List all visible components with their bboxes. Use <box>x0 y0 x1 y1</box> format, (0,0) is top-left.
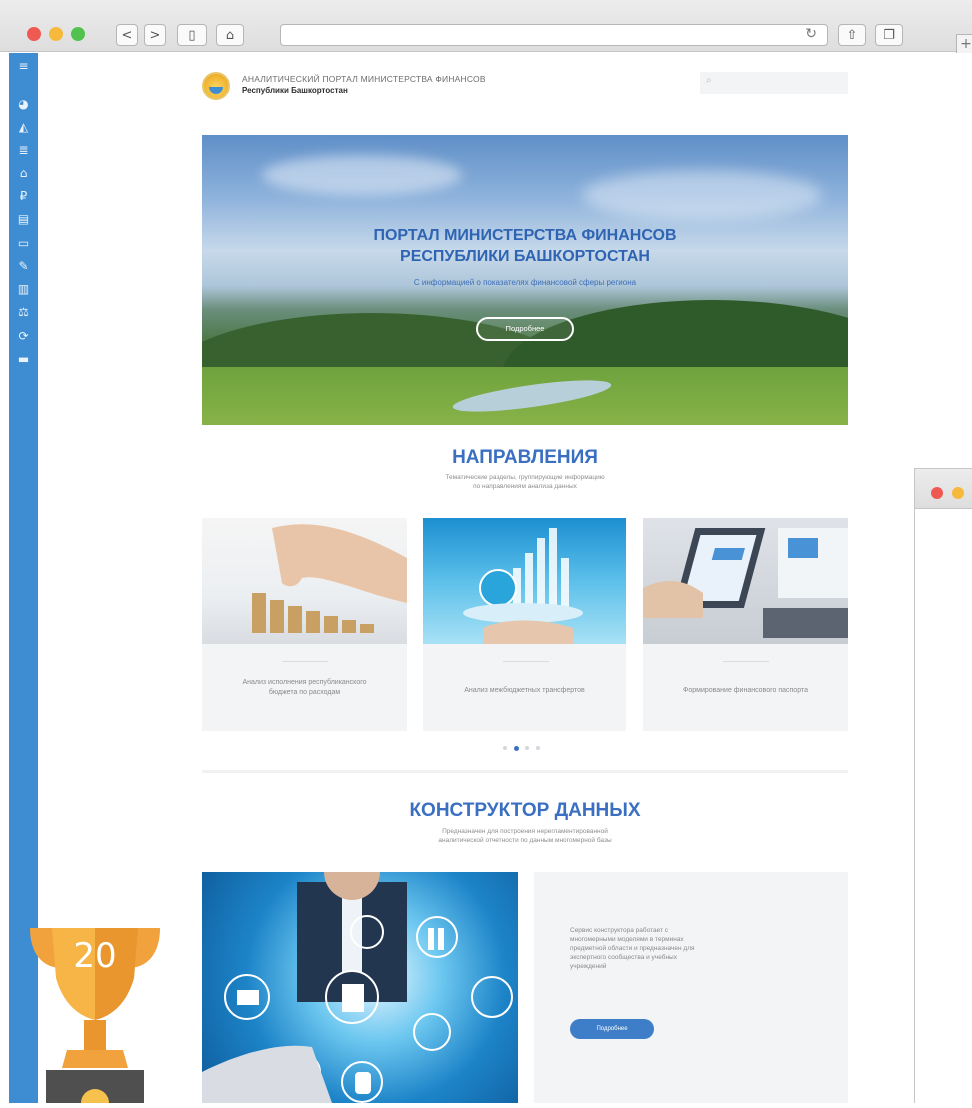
second-browser-window <box>914 468 972 1103</box>
builder-description-line: учреждений <box>570 963 607 970</box>
new-tab-button[interactable]: + <box>956 34 972 54</box>
direction-card-passport[interactable]: Формирование финансового паспорта <box>643 518 848 731</box>
builder-illustration <box>202 872 513 1103</box>
forward-button[interactable]: > <box>144 24 166 46</box>
hero-title-line: ПОРТАЛ МИНИСТЕРСТВА ФИНАНСОВ <box>373 227 677 244</box>
site-title[interactable]: АНАЛИТИЧЕСКИЙ ПОРТАЛ МИНИСТЕРСТВА ФИНАНС… <box>242 74 486 84</box>
direction-card-budget[interactable]: Анализ исполнения республиканского бюдже… <box>202 518 407 731</box>
builder-description: Сервис конструктора работает с многомерн… <box>570 926 760 971</box>
hero-subtitle: С информацией о показателях финансовой с… <box>413 278 637 287</box>
search-icon: ⌕ <box>706 75 712 86</box>
browser-toolbar: < > ▯ ⌂ ↻ ⇧ ❐ + <box>0 0 972 54</box>
address-bar[interactable]: ↻ <box>280 24 828 46</box>
carousel-dot-active[interactable] <box>514 745 519 751</box>
card-title: Анализ межбюджетных трансфертов <box>464 687 585 694</box>
card-image-analytics <box>423 518 626 644</box>
pie-chart-icon[interactable]: ◕ <box>9 97 38 111</box>
builder-subtitle-line: Предназначен для построения нерегламенти… <box>442 828 608 835</box>
builder-info-panel: Сервис конструктора работает с многомерн… <box>534 872 848 1103</box>
section-divider <box>202 770 848 773</box>
laptop-illustration <box>643 528 848 638</box>
database-icon[interactable]: ≣ <box>9 143 38 157</box>
card-icon[interactable]: ▬ <box>9 352 38 366</box>
menu-icon[interactable]: ≡ <box>9 59 38 73</box>
builder-description-line: Сервис конструктора работает с <box>570 927 669 934</box>
zoom-window-button[interactable] <box>71 27 85 41</box>
card-title: Формирование финансового паспорта <box>683 687 808 694</box>
search-input[interactable]: ⌕ <box>700 72 848 94</box>
directions-subtitle: Тематические разделы, группирующие инфор… <box>202 473 848 491</box>
builder-subtitle: Предназначен для построения нерегламенти… <box>202 827 848 845</box>
browser-window: < > ▯ ⌂ ↻ ⇧ ❐ + ≡ ◕ ◭ ≣ ⌂ ₽ ▤ ▭ ✎ ▥ ⚖ ⟳ … <box>0 0 972 1108</box>
card-title: Анализ исполнения республиканского бюдже… <box>212 678 397 698</box>
builder-description-line: многомерными моделями в терминах <box>570 936 684 943</box>
bank-icon[interactable]: ⌂ <box>9 166 38 180</box>
analytics-illustration <box>463 528 583 644</box>
builder-title: КОНСТРУКТОР ДАННЫХ <box>409 800 641 821</box>
card-title-line: Анализ исполнения республиканского <box>242 679 367 686</box>
carousel-dot[interactable] <box>503 746 507 750</box>
carousel-dot[interactable] <box>536 746 540 750</box>
directions-subtitle-line: по направлениям анализа данных <box>473 483 577 490</box>
plus-icon: + <box>960 36 972 52</box>
sidebar-toggle-button[interactable]: ▯ <box>177 24 207 46</box>
area-chart-icon[interactable]: ◭ <box>9 120 38 134</box>
share-button[interactable]: ⇧ <box>838 24 866 46</box>
hero-cloud <box>262 155 462 195</box>
coins-illustration <box>252 524 407 633</box>
builder-subtitle-line: аналитической отчетности по данным много… <box>438 837 612 844</box>
logo-icon[interactable] <box>202 72 230 100</box>
close-window-button[interactable] <box>931 487 943 499</box>
home-icon: ⌂ <box>225 27 235 43</box>
hero-more-button[interactable]: Подробнее <box>476 317 574 341</box>
chevron-left-icon: < <box>121 27 133 43</box>
chevron-right-icon: > <box>149 27 161 43</box>
hero-title-line: РЕСПУБЛИКИ БАШКОРТОСТАН <box>400 248 650 265</box>
hero-title: ПОРТАЛ МИНИСТЕРСТВА ФИНАНСОВ РЕСПУБЛИКИ … <box>202 225 848 267</box>
money-icon[interactable]: ▭ <box>9 236 38 250</box>
bar-chart-icon[interactable]: ▥ <box>9 282 38 296</box>
trophy-icon: 20 <box>22 928 168 1108</box>
second-window-toolbar <box>915 469 972 509</box>
card-divider <box>723 661 769 662</box>
tabs-button[interactable]: ❐ <box>875 24 903 46</box>
ruble-icon[interactable]: ₽ <box>9 189 38 203</box>
reload-icon[interactable]: ↻ <box>805 26 817 42</box>
home-button[interactable]: ⌂ <box>216 24 244 46</box>
refresh-icon[interactable]: ⟳ <box>9 329 38 343</box>
builder-description-line: экспертного сообщества и учебных <box>570 954 677 961</box>
direction-card-transfers[interactable]: Анализ межбюджетных трансфертов <box>423 518 626 731</box>
tabs-icon: ❐ <box>883 27 895 43</box>
share-icon: ⇧ <box>846 27 858 43</box>
hero-banner: ПОРТАЛ МИНИСТЕРСТВА ФИНАНСОВ РЕСПУБЛИКИ … <box>202 135 848 425</box>
page-content: АНАЛИТИЧЕСКИЙ ПОРТАЛ МИНИСТЕРСТВА ФИНАНС… <box>38 53 972 1103</box>
card-image-laptop <box>643 518 848 644</box>
minimize-window-button[interactable] <box>952 487 964 499</box>
document-icon[interactable]: ▤ <box>9 212 38 226</box>
card-title-line: бюджета по расходам <box>268 689 341 696</box>
hero-cloud <box>582 170 822 220</box>
pencil-icon[interactable]: ✎ <box>9 259 38 273</box>
sidebar-icon: ▯ <box>188 27 196 43</box>
back-button[interactable]: < <box>116 24 138 46</box>
directions-title: НАПРАВЛЕНИЯ <box>452 447 598 468</box>
card-divider <box>282 661 328 662</box>
site-subtitle[interactable]: Республики Башкортостан <box>242 86 348 95</box>
scales-icon[interactable]: ⚖ <box>9 305 38 319</box>
card-divider <box>503 661 549 662</box>
trophy-number: 20 <box>73 936 117 976</box>
builder-image <box>202 872 518 1103</box>
minimize-window-button[interactable] <box>49 27 63 41</box>
builder-more-button[interactable]: Подробнее <box>570 1019 654 1039</box>
builder-description-line: предметной области и предназначен для <box>570 945 695 952</box>
carousel-dot[interactable] <box>525 746 529 750</box>
directions-subtitle-line: Тематические разделы, группирующие инфор… <box>445 474 605 481</box>
card-image-coins <box>202 518 407 644</box>
close-window-button[interactable] <box>27 27 41 41</box>
